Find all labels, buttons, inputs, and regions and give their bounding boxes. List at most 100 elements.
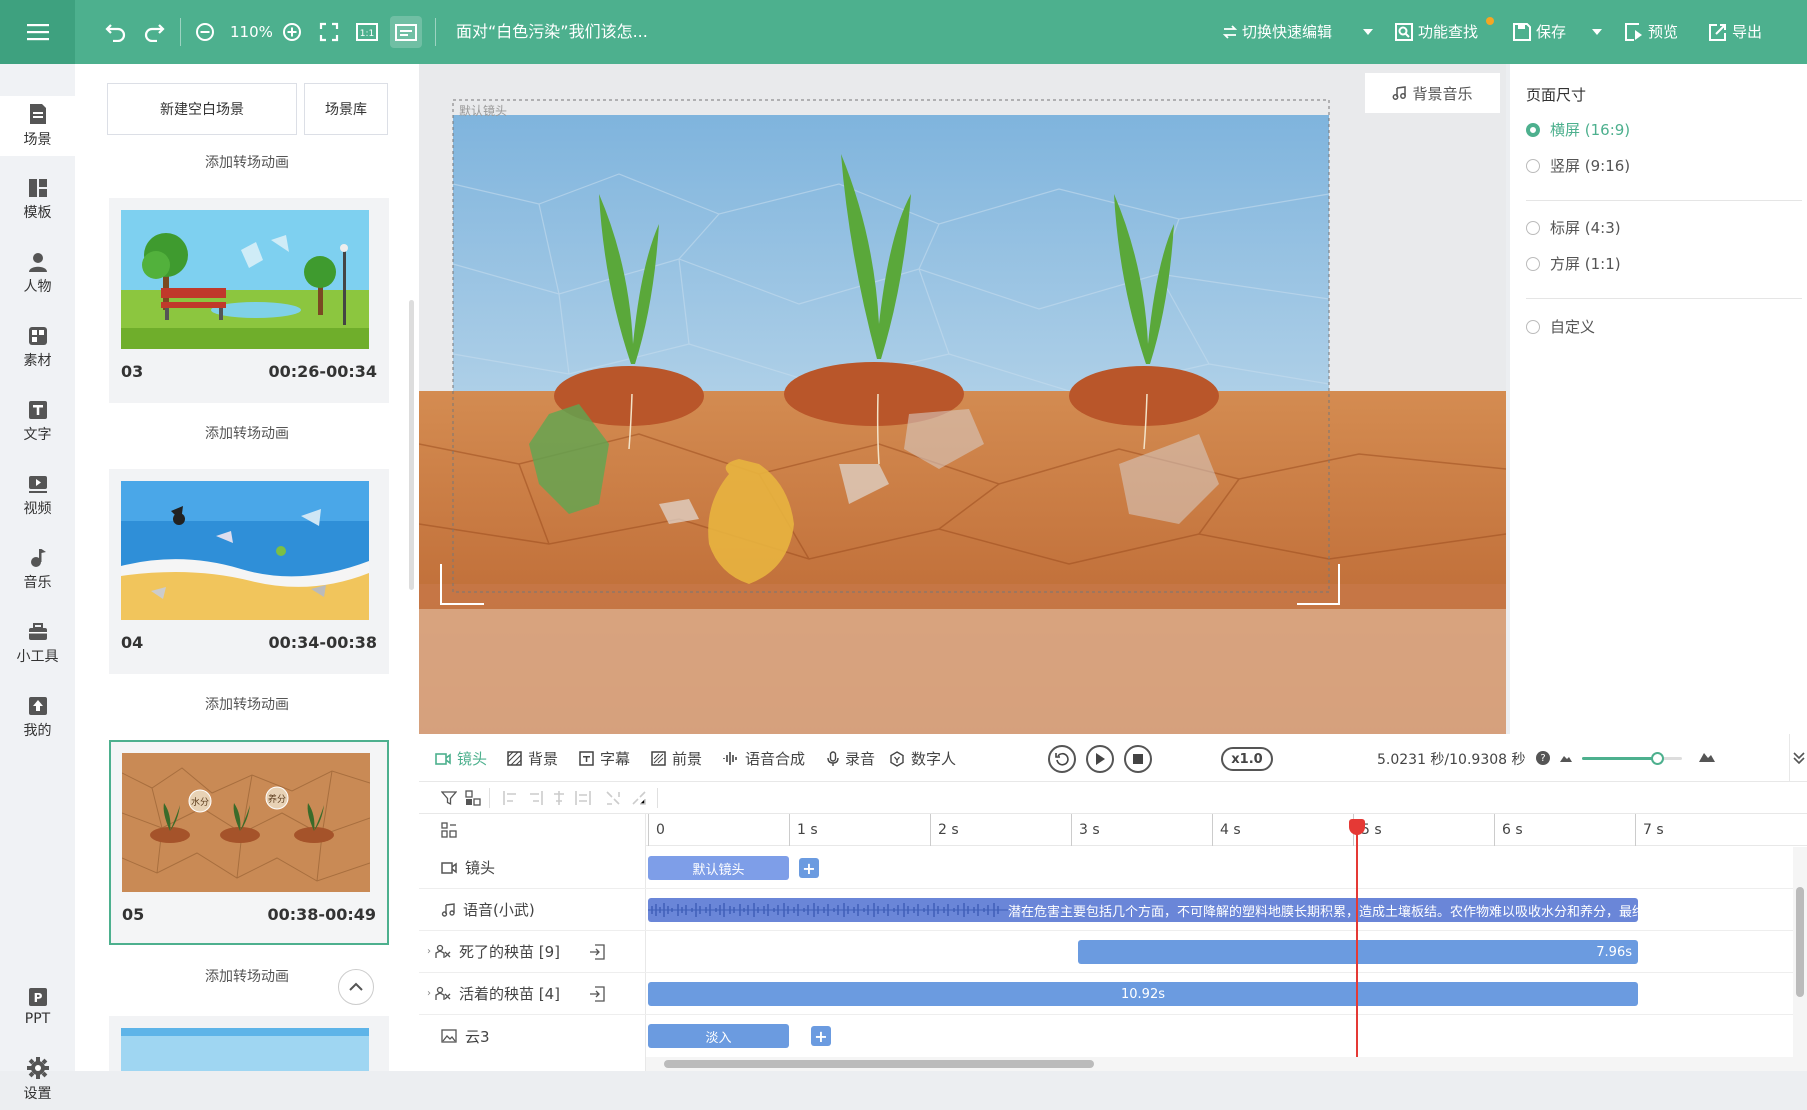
expand-chevron-icon[interactable]: › xyxy=(427,946,431,957)
feature-search-button[interactable]: 功能查找 xyxy=(1418,20,1478,44)
menu-button[interactable] xyxy=(0,0,75,64)
scene-card-05[interactable]: 水分 养分 05 00:38-00:49 xyxy=(109,740,389,945)
expand-chevron-icon[interactable]: › xyxy=(427,988,431,999)
thumb-label-water: 水分 xyxy=(191,796,209,808)
scenes-scrollbar[interactable] xyxy=(409,300,414,590)
nav-item-person[interactable]: 人物 xyxy=(0,244,75,304)
nav-item-text[interactable]: 文字 xyxy=(0,392,75,452)
nav-item-mine[interactable]: 我的 xyxy=(0,688,75,748)
clip-voice[interactable]: 潜在危害主要包括几个方面，不可降解的塑料地膜长期积累，造成土壤板结。农作物难以吸… xyxy=(648,898,1638,922)
radio-custom[interactable]: 自定义 xyxy=(1526,316,1595,337)
filter-icon[interactable] xyxy=(441,790,457,806)
radio-landscape[interactable]: 横屏 (16:9) xyxy=(1526,119,1630,140)
scene-card-06[interactable] xyxy=(109,1016,389,1071)
switch-quick-edit-button[interactable]: 切换快速编辑 xyxy=(1242,20,1332,44)
character-icon xyxy=(435,986,451,1000)
zoom-out-button[interactable] xyxy=(193,20,217,44)
add-transition-button[interactable]: 添加转场动画 xyxy=(75,694,419,714)
timeline-zoom-knob[interactable] xyxy=(1651,752,1664,765)
timeline-horizontal-scrollbar[interactable] xyxy=(646,1057,1793,1071)
document-title[interactable]: 面对“白色污染”我们该怎... xyxy=(456,20,648,44)
add-transition-button[interactable]: 添加转场动画 xyxy=(75,152,419,172)
scene-library-button[interactable]: 场景库 xyxy=(304,83,388,135)
scrollbar-thumb[interactable] xyxy=(664,1060,1094,1068)
clip-alive-seedlings[interactable]: 10.92s xyxy=(648,982,1638,1006)
fullscreen-button[interactable] xyxy=(317,20,341,44)
nav-item-template[interactable]: 模板 xyxy=(0,170,75,230)
stop-button[interactable] xyxy=(1124,745,1152,773)
nav-item-toolbox[interactable]: 小工具 xyxy=(0,614,75,674)
nav-item-scene[interactable]: 场景 xyxy=(0,96,75,156)
tab-background[interactable]: 背景 xyxy=(507,748,558,769)
track-label-alive-seedlings[interactable]: › 活着的秧苗 [4] xyxy=(419,973,646,1015)
radio-square[interactable]: 方屏 (1:1) xyxy=(1526,253,1621,274)
canvas-stage[interactable]: 默认镜头 xyxy=(419,64,1506,734)
scene-card-03[interactable]: 03 00:26-00:34 xyxy=(109,198,389,403)
tab-digital-human[interactable]: 数字人 xyxy=(889,748,956,769)
radio-portrait[interactable]: 竖屏 (9:16) xyxy=(1526,155,1630,176)
export-button[interactable]: 导出 xyxy=(1732,20,1762,44)
add-camera-button[interactable]: + xyxy=(799,858,819,878)
track-label-dead-seedlings[interactable]: › 死了的秧苗 [9] xyxy=(419,931,646,973)
scrollbar-thumb[interactable] xyxy=(1796,887,1804,997)
nav-item-settings[interactable]: 设置 xyxy=(0,1050,75,1110)
add-effect-button[interactable]: + xyxy=(811,1026,831,1046)
zoom-in-button[interactable] xyxy=(280,20,304,44)
nav-item-video[interactable]: 视频 xyxy=(0,466,75,526)
help-icon[interactable]: ? xyxy=(1536,751,1550,765)
clip-default-camera[interactable]: 默认镜头 xyxy=(648,856,789,880)
tab-tts[interactable]: 语音合成 xyxy=(723,748,805,769)
layers-icon[interactable] xyxy=(441,822,457,838)
rewind-button[interactable] xyxy=(1048,745,1076,773)
track-label-voice[interactable]: 语音(小武) xyxy=(419,889,646,931)
find-icon xyxy=(1392,20,1416,44)
time-ruler[interactable]: 01 s2 s3 s4 s5 s6 s7 s xyxy=(646,814,1807,846)
nav-item-material[interactable]: 素材 xyxy=(0,318,75,378)
radio-standard[interactable]: 标屏 (4:3) xyxy=(1526,217,1621,238)
group-icon[interactable] xyxy=(465,790,481,806)
actual-size-button[interactable]: 1:1 xyxy=(355,20,379,44)
tab-recording[interactable]: 录音 xyxy=(827,748,875,769)
scroll-to-top-button[interactable] xyxy=(338,969,374,1005)
text-icon xyxy=(28,401,47,419)
preview-button[interactable]: 预览 xyxy=(1648,20,1678,44)
track-label-camera[interactable]: 镜头 xyxy=(419,847,646,889)
nav-label: 场景 xyxy=(23,132,52,148)
redo-button[interactable] xyxy=(142,20,166,44)
track-alive-seedlings: 10.92s xyxy=(646,973,1807,1015)
subtitle-toggle-button[interactable] xyxy=(390,16,422,48)
playhead[interactable] xyxy=(1349,819,1366,1071)
tab-camera[interactable]: 镜头 xyxy=(435,748,487,769)
camera-frame-label: 默认镜头 xyxy=(459,104,508,118)
clip-cloud-fade-in[interactable]: 淡入 xyxy=(648,1024,789,1048)
zoom-in-timeline-button[interactable] xyxy=(1698,748,1716,764)
scene-time-range: 00:34-00:38 xyxy=(268,633,378,652)
undo-button[interactable] xyxy=(104,20,128,44)
timeline-vertical-scrollbar[interactable] xyxy=(1793,847,1807,1071)
scene-number: 03 xyxy=(121,362,144,381)
nav-item-ppt[interactable]: P PPT xyxy=(0,977,75,1037)
chevron-up-icon xyxy=(349,982,363,991)
nav-item-music[interactable]: 音乐 xyxy=(0,540,75,600)
enter-icon[interactable] xyxy=(589,943,605,960)
zoom-out-timeline-button[interactable] xyxy=(1559,750,1573,764)
collapse-timeline-button[interactable] xyxy=(1789,734,1807,782)
play-button[interactable] xyxy=(1086,745,1114,773)
background-music-button[interactable]: 背景音乐 xyxy=(1365,73,1500,113)
align-right-icon xyxy=(530,791,543,805)
add-transition-button[interactable]: 添加转场动画 xyxy=(75,423,419,443)
scene-card-04[interactable]: 04 00:34-00:38 xyxy=(109,469,389,674)
new-blank-scene-button[interactable]: 新建空白场景 xyxy=(107,83,297,135)
enter-icon[interactable] xyxy=(589,985,605,1002)
track-label-cloud[interactable]: 云3 xyxy=(419,1015,646,1057)
switch-dropdown-button[interactable] xyxy=(1356,20,1380,44)
thumb-label-nutrient: 养分 xyxy=(268,793,286,805)
switch-icon xyxy=(1218,20,1242,44)
save-button[interactable]: 保存 xyxy=(1536,20,1566,44)
timeline-zoom-slider[interactable] xyxy=(1582,752,1682,765)
tab-subtitle[interactable]: 字幕 xyxy=(579,748,630,769)
tab-label: 语音合成 xyxy=(745,750,806,768)
save-dropdown-button[interactable] xyxy=(1585,20,1609,44)
tab-foreground[interactable]: 前景 xyxy=(651,748,702,769)
playback-speed-button[interactable]: x1.0 xyxy=(1221,747,1273,771)
